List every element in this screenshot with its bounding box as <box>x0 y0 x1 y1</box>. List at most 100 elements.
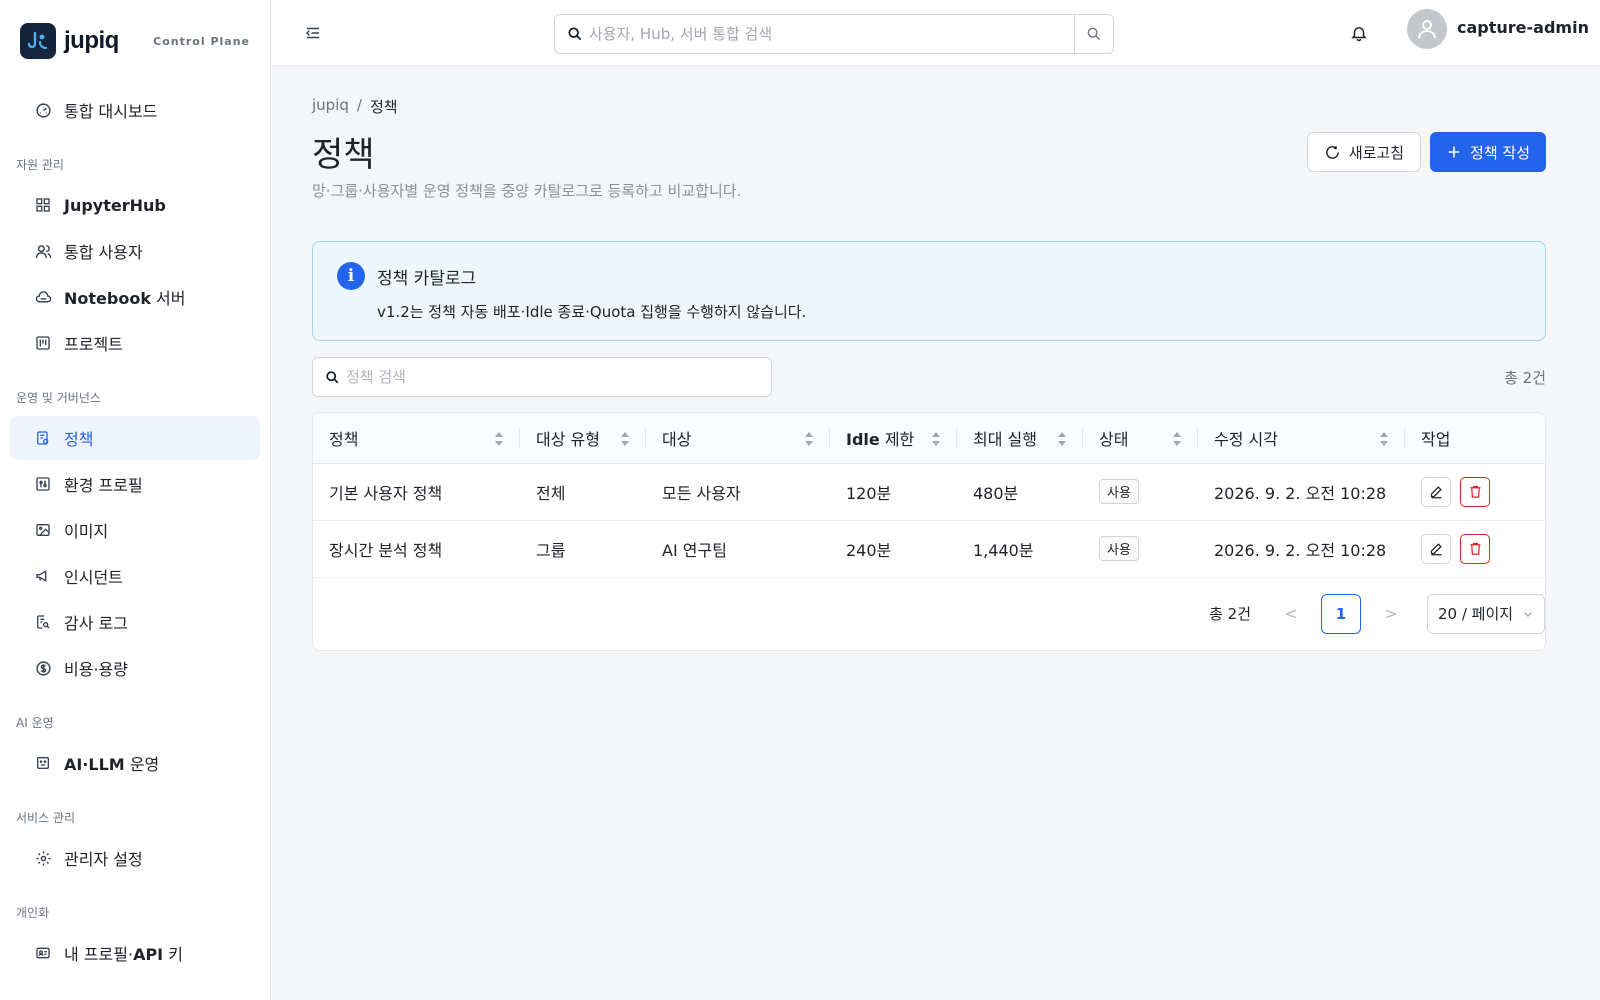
refresh-button[interactable]: 새로고침 <box>1306 132 1422 172</box>
pagination-next-button[interactable]: > <box>1375 594 1407 634</box>
column-header-policy[interactable]: 정책 <box>313 413 520 464</box>
sliders-icon <box>34 475 52 493</box>
delete-button[interactable] <box>1460 533 1491 564</box>
sort-icon <box>1173 432 1181 446</box>
trash-icon <box>1470 485 1481 498</box>
global-search-input[interactable] <box>583 15 1074 53</box>
brand-subtitle: Control Plane <box>153 34 250 48</box>
column-header-target[interactable]: 대상 <box>646 413 830 464</box>
delete-button[interactable] <box>1460 476 1491 507</box>
sidebar-item-label: 정책 <box>64 430 94 449</box>
brand-logo-icon <box>20 23 56 59</box>
info-icon: i <box>337 262 365 290</box>
policy-search-input[interactable] <box>340 368 771 386</box>
brand-name: jupiq <box>64 27 119 54</box>
column-header-idle-limit[interactable]: Idle 제한 <box>830 413 957 464</box>
page-size-value: 20 / 페이지 <box>1438 605 1514 623</box>
table-row: 기본 사용자 정책 전체 모든 사용자 120분 480분 사용 2026. 9… <box>313 463 1545 521</box>
table-row: 장시간 분석 정책 그룹 AI 연구팀 240분 1,440분 사용 2026.… <box>313 520 1545 578</box>
sidebar-item-jupyterhub[interactable]: JupyterHub <box>10 183 260 227</box>
main-content: jupiq / 정책 정책 망·그룹·사용자별 운영 정책을 중앙 카탈로그로 … <box>312 66 1546 651</box>
sidebar-item-incidents[interactable]: 인시던트 <box>10 554 260 598</box>
cell-modified: 2026. 9. 2. 오전 10:28 <box>1198 520 1405 578</box>
page-description: 망·그룹·사용자별 운영 정책을 중앙 카탈로그로 등록하고 비교합니다. <box>312 182 742 200</box>
sidebar-item-env-profiles[interactable]: 환경 프로필 <box>10 462 260 506</box>
robot-icon <box>34 754 52 772</box>
page-size-select[interactable]: 20 / 페이지 <box>1427 593 1545 634</box>
column-header-modified[interactable]: 수정 시각 <box>1198 413 1405 464</box>
column-header-target-type[interactable]: 대상 유형 <box>520 413 646 464</box>
section-label-ai: AI 운영 <box>16 716 54 730</box>
sidebar-item-label: 감사 로그 <box>64 614 128 633</box>
cell-modified: 2026. 9. 2. 오전 10:28 <box>1198 463 1405 521</box>
table-header-row: 정책 대상 유형 대상 Idle 제한 최대 실행 상태 수정 시각 작업 <box>313 413 1545 464</box>
policy-table: 정책 대상 유형 대상 Idle 제한 최대 실행 상태 수정 시각 작업 기본… <box>313 413 1545 578</box>
refresh-icon <box>1324 144 1341 161</box>
sidebar-item-label: 이미지 <box>64 522 109 541</box>
create-policy-button[interactable]: 정책 작성 <box>1430 132 1546 172</box>
gauge-icon <box>34 101 52 119</box>
sidebar-item-audit-log[interactable]: 감사 로그 <box>10 600 260 644</box>
menu-collapse-icon[interactable] <box>304 24 322 42</box>
cell-policy: 기본 사용자 정책 <box>313 463 520 521</box>
cell-idle: 240분 <box>830 520 957 578</box>
sidebar-item-label: Notebook 서버 <box>64 289 186 308</box>
pencil-icon <box>1430 543 1442 556</box>
sidebar-item-projects[interactable]: 프로젝트 <box>10 321 260 365</box>
pagination: 총 2건 < 1 > 20 / 페이지 <box>313 578 1545 650</box>
sidebar-item-admin-settings[interactable]: 관리자 설정 <box>10 836 260 880</box>
sidebar-item-dashboard[interactable]: 통합 대시보드 <box>10 88 260 132</box>
sort-icon <box>621 432 629 446</box>
sidebar-item-ai-llm[interactable]: AI·LLM 운영 <box>10 741 260 785</box>
edit-button[interactable] <box>1421 476 1451 507</box>
search-icon <box>325 370 340 385</box>
sort-icon <box>1058 432 1066 446</box>
bell-icon[interactable] <box>1350 24 1368 42</box>
cell-target: AI 연구팀 <box>646 520 830 578</box>
sort-icon <box>805 432 813 446</box>
chevron-down-icon <box>1522 608 1534 620</box>
audit-search-icon <box>34 613 52 631</box>
sidebar-item-label: 비용·용량 <box>64 660 128 679</box>
pagination-page-1[interactable]: 1 <box>1321 593 1361 634</box>
column-header-status[interactable]: 상태 <box>1083 413 1198 464</box>
sidebar-item-notebook-server[interactable]: Notebook 서버 <box>10 275 260 319</box>
project-board-icon <box>34 334 52 352</box>
pencil-icon <box>1430 486 1442 499</box>
cloud-icon <box>34 288 52 306</box>
plus-icon <box>1446 144 1462 160</box>
section-label-personal: 개인화 <box>16 906 50 920</box>
column-header-actions: 작업 <box>1405 413 1545 464</box>
sidebar-item-policy[interactable]: 정책 <box>10 416 260 460</box>
cell-target-type: 전체 <box>520 463 646 521</box>
avatar[interactable] <box>1407 9 1447 49</box>
pagination-prev-button[interactable]: < <box>1275 594 1307 634</box>
cell-status: 사용 <box>1083 463 1198 521</box>
sidebar-item-users[interactable]: 통합 사용자 <box>10 229 260 273</box>
trash-icon <box>1470 542 1481 555</box>
sort-icon <box>495 432 503 446</box>
search-icon <box>567 26 583 42</box>
column-header-max-run[interactable]: 최대 실행 <box>957 413 1083 464</box>
megaphone-icon <box>34 567 52 585</box>
edit-button[interactable] <box>1421 533 1451 564</box>
policy-table-card: 정책 대상 유형 대상 Idle 제한 최대 실행 상태 수정 시각 작업 기본… <box>312 412 1546 651</box>
sidebar-item-label: 프로젝트 <box>64 335 123 354</box>
gear-icon <box>34 849 52 867</box>
cell-target: 모든 사용자 <box>646 463 830 521</box>
sidebar-item-label: 관리자 설정 <box>64 850 143 869</box>
global-search-button[interactable] <box>1074 15 1113 53</box>
sidebar-item-label: AI·LLM 운영 <box>64 755 160 774</box>
sidebar-item-cost[interactable]: 비용·용량 <box>10 646 260 690</box>
info-title: 정책 카탈로그 <box>377 269 477 289</box>
username[interactable]: capture-admin <box>1457 18 1589 37</box>
sidebar-item-label: 통합 사용자 <box>64 243 143 262</box>
image-icon <box>34 521 52 539</box>
sidebar-item-profile-api-key[interactable]: 내 프로필·API 키 <box>10 931 260 975</box>
grid-icon <box>34 196 52 214</box>
sidebar-item-images[interactable]: 이미지 <box>10 508 260 552</box>
create-policy-button-label: 정책 작성 <box>1470 143 1530 162</box>
breadcrumb-root[interactable]: jupiq <box>312 96 349 117</box>
filter-row: 총 2건 <box>312 357 1546 397</box>
sidebar: jupiq Control Plane 통합 대시보드 자원 관리 Jupyte… <box>0 0 271 1000</box>
